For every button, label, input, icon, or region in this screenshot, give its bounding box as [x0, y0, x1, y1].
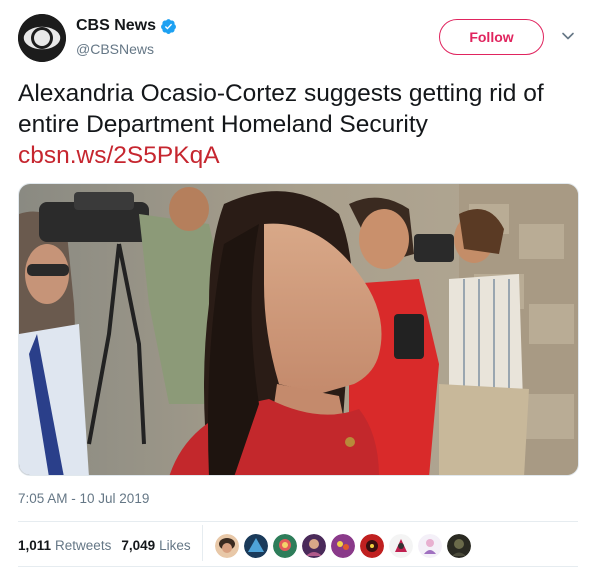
liker-avatar[interactable] [244, 534, 268, 558]
author-name-row: CBS News [76, 17, 177, 35]
retweets-label: Retweets [55, 537, 112, 553]
likes-count: 7,049 [121, 537, 156, 553]
divider [18, 521, 578, 522]
likes-label: Likes [159, 537, 191, 553]
retweets-stat[interactable]: 1,011 Retweets [18, 538, 111, 553]
divider [18, 566, 578, 567]
author-display-name[interactable]: CBS News [76, 17, 156, 35]
liker-avatar[interactable] [302, 534, 326, 558]
liker-avatar[interactable] [389, 534, 413, 558]
cbs-eye-logo-icon [18, 14, 66, 62]
retweets-count: 1,011 [18, 537, 52, 553]
liker-avatar[interactable] [360, 534, 384, 558]
verified-badge-icon [161, 18, 176, 34]
liker-avatar[interactable] [418, 534, 442, 558]
author-handle[interactable]: @CBSNews [76, 41, 154, 57]
tweet-body: Alexandria Ocasio-Cortez suggests gettin… [18, 80, 544, 138]
photo-image [19, 184, 578, 475]
liker-avatar[interactable] [447, 534, 471, 558]
stats-separator [202, 525, 203, 561]
chevron-down-icon[interactable] [561, 29, 575, 43]
follow-button[interactable]: Follow [439, 19, 544, 55]
liker-avatar[interactable] [273, 534, 297, 558]
tweet-photo[interactable] [18, 183, 579, 476]
tweet-link[interactable]: cbsn.ws/2S5PKqA [18, 140, 588, 171]
tweet-stats: 1,011 Retweets 7,049 Likes [18, 531, 201, 559]
likes-stat[interactable]: 7,049 Likes [121, 538, 190, 553]
tweet-text: Alexandria Ocasio-Cortez suggests gettin… [18, 78, 588, 171]
tweet-timestamp[interactable]: 7:05 AM - 10 Jul 2019 [18, 491, 149, 506]
liker-avatars [215, 533, 476, 559]
tweet-header: CBS News @CBSNews Follow [18, 14, 583, 66]
liker-avatar[interactable] [215, 534, 239, 558]
liker-avatar[interactable] [331, 534, 355, 558]
author-avatar[interactable] [18, 14, 66, 62]
